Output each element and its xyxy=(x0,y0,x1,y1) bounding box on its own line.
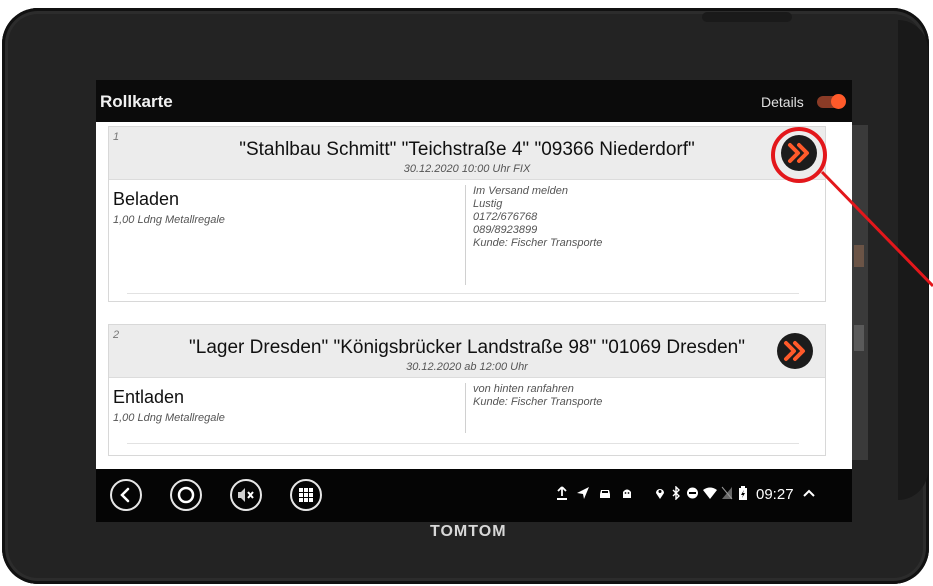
android-icon xyxy=(620,486,634,500)
do-not-disturb-icon xyxy=(686,486,699,500)
page-title: Rollkarte xyxy=(100,92,173,111)
status-clock: 09:27 xyxy=(756,486,794,503)
expand-status-button[interactable] xyxy=(802,487,816,499)
note-line: 0172/676768 xyxy=(473,211,538,223)
column-divider xyxy=(465,383,466,433)
stop-time: 30.12.2020 10:00 Uhr FIX xyxy=(403,163,531,175)
stop-list: 1 "Stahlbau Schmitt" "Teichstraße 4" "09… xyxy=(96,122,852,469)
app-bar: Rollkarte Details xyxy=(96,80,852,122)
no-sim-icon xyxy=(721,486,733,500)
stop-notes: von hinten ranfahren Kunde: Fischer Tran… xyxy=(473,383,602,409)
bluetooth-icon xyxy=(671,486,681,500)
stop-action: Beladen xyxy=(113,189,180,209)
stop-address: "Lager Dresden" "Königsbrücker Landstraß… xyxy=(189,337,745,358)
apps-grid-icon xyxy=(299,488,313,502)
double-chevron-right-icon xyxy=(784,341,805,361)
device-brand-logo: TOMTOM xyxy=(430,523,507,540)
mute-icon xyxy=(238,488,254,502)
card-divider xyxy=(127,443,799,444)
upload-icon xyxy=(556,486,568,500)
background-map-strip xyxy=(852,125,868,460)
chevron-up-icon xyxy=(803,489,815,497)
stop-card[interactable]: 1 "Stahlbau Schmitt" "Teichstraße 4" "09… xyxy=(108,126,826,302)
column-divider xyxy=(465,185,466,285)
details-label: Details xyxy=(761,94,804,110)
stop-header: 1 "Stahlbau Schmitt" "Teichstraße 4" "09… xyxy=(109,127,825,180)
note-line: Kunde: Fischer Transporte xyxy=(473,396,603,408)
home-icon xyxy=(177,486,195,504)
device-side-edge xyxy=(898,20,928,500)
stop-card[interactable]: 2 "Lager Dresden" "Königsbrücker Landstr… xyxy=(108,324,826,456)
back-button[interactable] xyxy=(110,479,142,511)
note-line: von hinten ranfahren xyxy=(473,383,574,395)
system-nav-bar: 09:27 xyxy=(96,469,852,522)
stop-cargo: 1,00 Ldng Metallregale xyxy=(113,412,225,424)
toggle-knob[interactable] xyxy=(831,94,846,109)
device-screen: Rollkarte Details 1 "Stahlbau Schmitt" "… xyxy=(96,80,852,522)
stop-notes: Im Versand melden Lustig 0172/676768 089… xyxy=(473,185,602,250)
note-line: Lustig xyxy=(473,198,503,210)
battery-icon xyxy=(738,486,748,500)
stop-action: Entladen xyxy=(113,387,185,407)
device-button xyxy=(702,12,792,22)
note-line: 089/8923899 xyxy=(473,224,538,236)
navigation-arrow-icon xyxy=(576,486,590,500)
stop-time: 30.12.2020 ab 12:00 Uhr xyxy=(406,361,528,373)
back-icon xyxy=(120,487,130,503)
stop-cargo: 1,00 Ldng Metallregale xyxy=(113,214,225,226)
wifi-icon xyxy=(703,486,717,500)
details-toggle[interactable] xyxy=(817,94,846,109)
start-navigation-button[interactable] xyxy=(777,333,813,369)
location-pin-icon xyxy=(654,486,666,500)
home-button[interactable] xyxy=(170,479,202,511)
card-divider xyxy=(127,293,799,294)
note-line: Kunde: Fischer Transporte xyxy=(473,237,603,249)
stop-header: 2 "Lager Dresden" "Königsbrücker Landstr… xyxy=(109,325,825,378)
stop-address: "Stahlbau Schmitt" "Teichstraße 4" "0936… xyxy=(239,139,695,160)
mute-button[interactable] xyxy=(230,479,262,511)
car-icon xyxy=(598,486,612,500)
annotation-highlight-circle xyxy=(771,127,827,183)
apps-button[interactable] xyxy=(290,479,322,511)
note-line: Im Versand melden xyxy=(473,185,568,197)
